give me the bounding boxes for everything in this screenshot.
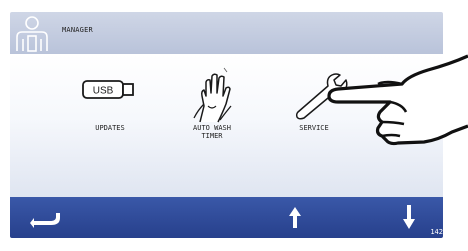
updates-button[interactable]: USB UPDATES	[62, 66, 158, 162]
arrow-down-icon[interactable]	[394, 197, 424, 238]
updates-label: UPDATES	[95, 124, 125, 132]
back-arrow-icon[interactable]	[18, 197, 68, 238]
hand-wash-icon	[193, 67, 232, 123]
usb-icon: USB	[82, 80, 134, 99]
auto-wash-timer-button[interactable]: AUTO WASH TIMER	[164, 66, 260, 162]
header-bar: MANAGER	[10, 12, 443, 54]
pointing-hand-icon	[327, 54, 468, 146]
page-number: 142	[430, 228, 443, 236]
auto-wash-timer-label: AUTO WASH TIMER	[193, 124, 231, 140]
footer-bar: 142	[10, 197, 443, 238]
usb-badge-text: USB	[93, 86, 114, 97]
page-title: MANAGER	[62, 26, 93, 34]
user-profile-icon[interactable]	[14, 15, 50, 53]
arrow-up-icon[interactable]	[280, 197, 310, 238]
